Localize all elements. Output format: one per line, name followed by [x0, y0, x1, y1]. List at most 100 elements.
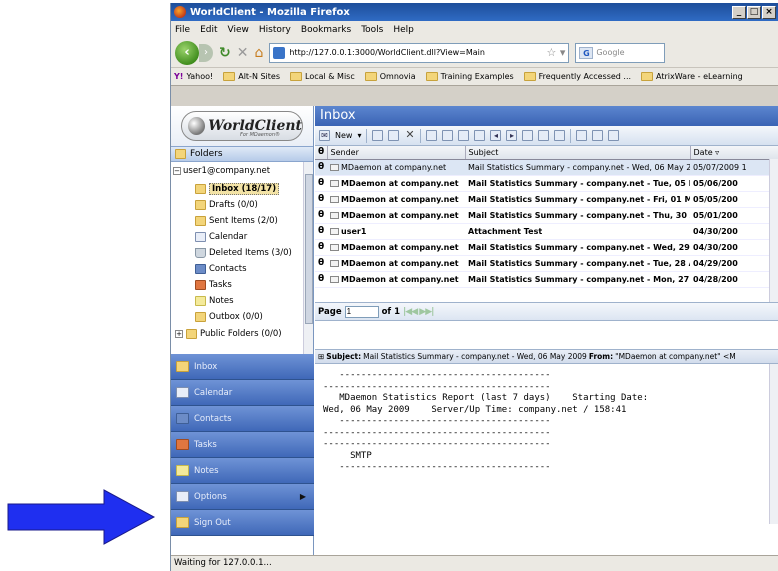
nav-notes-button[interactable]: Notes — [171, 458, 314, 484]
google-icon[interactable]: G — [579, 46, 594, 59]
table-row[interactable]: θ user1 Attachment Test 04/30/200 — [315, 223, 778, 240]
view-options-icon[interactable] — [554, 130, 566, 141]
back-button[interactable]: ‹ — [175, 40, 199, 65]
bookmark-training-examples[interactable]: Training Examples — [425, 72, 514, 81]
attachment-column-header[interactable]: θ — [315, 146, 328, 160]
page-number-input[interactable] — [344, 305, 379, 318]
preview-line: --------------------------------------- — [323, 416, 551, 426]
maximize-button[interactable]: □ — [747, 5, 761, 19]
account-label: user1@company.net — [183, 166, 271, 176]
table-row[interactable]: θ MDaemon at company.net Mail Statistics… — [315, 239, 778, 256]
preview-scrollbar[interactable] — [769, 364, 778, 524]
folder-tasks[interactable]: Tasks — [195, 280, 232, 290]
expand-preview-icon[interactable]: ⊞ — [318, 352, 324, 361]
folder-public-folders[interactable]: + Public Folders (0/0) — [175, 329, 282, 339]
folder-label: Contacts — [209, 264, 247, 274]
menu-help[interactable]: Help — [393, 25, 414, 35]
bookmark-label: Yahoo! — [186, 72, 214, 81]
move-icon[interactable] — [388, 130, 400, 141]
nav-contacts-button[interactable]: Contacts — [171, 406, 314, 432]
bookmark-star-icon[interactable]: ☆ ▾ — [546, 46, 568, 59]
account-node[interactable]: − user1@company.net — [173, 166, 270, 176]
bookmark-omnovia[interactable]: Omnovia — [364, 72, 416, 81]
table-row[interactable]: θ MDaemon at company.net Mail Statistics… — [315, 191, 778, 208]
sign-out-icon — [176, 517, 189, 528]
expand-icon[interactable]: + — [175, 330, 183, 338]
column-header-sender[interactable]: Sender — [327, 146, 466, 160]
nav-inbox-button[interactable]: Inbox — [171, 354, 314, 380]
folder-drafts[interactable]: Drafts (0/0) — [195, 200, 258, 210]
home-icon[interactable]: ⌂ — [254, 45, 263, 61]
pager-nav-icons[interactable]: |◀◀ ▶▶| — [403, 307, 434, 317]
scrollbar-thumb[interactable] — [305, 174, 313, 324]
folder-outbox[interactable]: Outbox (0/0) — [195, 312, 263, 322]
folder-deleted-items[interactable]: Deleted Items (3/0) — [195, 248, 292, 258]
collapse-icon[interactable]: − — [173, 167, 181, 175]
delete-icon[interactable]: ✕ — [404, 129, 415, 141]
table-row[interactable]: θ MDaemon at company.net Mail Statistics… — [315, 207, 778, 224]
left-column: WorldClient For MDaemon® Folders − user1… — [171, 106, 314, 555]
forward-icon[interactable] — [458, 130, 470, 141]
bookmark-frequently-accessed[interactable]: Frequently Accessed ... — [523, 72, 631, 81]
stop-icon[interactable]: ✕ — [237, 45, 249, 61]
new-button[interactable]: New — [335, 131, 352, 140]
preview-line: ----------------------------------------… — [323, 439, 551, 449]
new-dropdown-icon[interactable]: ▾ — [357, 131, 361, 140]
folder-calendar[interactable]: Calendar — [195, 232, 247, 242]
previous-icon[interactable]: ◂ — [490, 130, 502, 141]
menu-bookmarks[interactable]: Bookmarks — [301, 25, 351, 35]
nav-options-button[interactable]: Options ▶ — [171, 484, 314, 510]
chevron-right-icon: ▶ — [299, 492, 306, 501]
folder-tree-scrollbar[interactable] — [303, 162, 313, 354]
folder-notes[interactable]: Notes — [195, 296, 234, 306]
window-title: WorldClient - Mozilla Firefox — [190, 6, 350, 18]
menu-file[interactable]: File — [175, 25, 190, 35]
search-input[interactable]: G Google — [575, 42, 666, 63]
url-bar[interactable]: http://127.0.0.1:3000/WorldClient.dll?Vi… — [269, 42, 570, 63]
table-row[interactable]: θ MDaemon at company.net Mail Statistics… — [315, 159, 778, 176]
site-identity-icon[interactable] — [273, 46, 286, 59]
envelope-icon — [330, 195, 339, 203]
minimize-button[interactable]: _ — [732, 5, 746, 19]
bookmarks-toolbar: Y! Yahoo! Alt-N Sites Local & Misc Omnovi… — [171, 68, 778, 86]
browser-window: WorldClient - Mozilla Firefox _ □ × File… — [170, 3, 778, 571]
menu-view[interactable]: View — [228, 25, 249, 35]
contacts-tb-icon[interactable] — [576, 130, 588, 141]
bookmark-atrixware[interactable]: AtrixWare - eLearning — [641, 72, 743, 81]
column-header-date[interactable]: Date ▿ — [690, 146, 778, 160]
bookmark-local-misc[interactable]: Local & Misc — [290, 72, 355, 81]
nav-calendar-button[interactable]: Calendar — [171, 380, 314, 406]
menu-tools[interactable]: Tools — [361, 25, 383, 35]
folder-inbox[interactable]: Inbox (18/17) — [195, 183, 280, 195]
menu-history[interactable]: History — [259, 25, 291, 35]
worldclient-logo: WorldClient For MDaemon® — [171, 106, 313, 146]
bookmark-altn-sites[interactable]: Alt-N Sites — [223, 72, 280, 81]
settings-icon[interactable] — [608, 130, 620, 141]
nav-sign-out-button[interactable]: Sign Out — [171, 510, 314, 536]
preview-line: MDaemon Statistics Report (last 7 days) … — [323, 393, 649, 403]
print-icon[interactable] — [372, 130, 384, 141]
reply-icon[interactable] — [426, 130, 438, 141]
next-icon[interactable]: ▸ — [506, 130, 518, 141]
folder-label: Outbox (0/0) — [209, 312, 263, 322]
table-row[interactable]: θ MDaemon at company.net Mail Statistics… — [315, 175, 778, 192]
close-button[interactable]: × — [762, 5, 776, 19]
forward-button[interactable]: › — [199, 43, 213, 62]
table-row[interactable]: θ MDaemon at company.net Mail Statistics… — [315, 271, 778, 288]
folder-view-icon[interactable] — [522, 130, 534, 141]
preview-pane-icon[interactable] — [538, 130, 550, 141]
menu-edit[interactable]: Edit — [200, 25, 217, 35]
nav-tasks-button[interactable]: Tasks — [171, 432, 314, 458]
date-cell: 05/05/200 — [690, 191, 778, 208]
column-header-subject[interactable]: Subject — [465, 146, 691, 160]
reload-icon[interactable]: ↻ — [219, 45, 231, 61]
folder-sent-items[interactable]: Sent Items (2/0) — [195, 216, 278, 226]
reply-all-icon[interactable] — [442, 130, 454, 141]
bookmark-yahoo[interactable]: Y! Yahoo! — [174, 72, 213, 81]
new-message-icon[interactable]: ✉ — [319, 130, 330, 141]
flag-icon[interactable] — [474, 130, 486, 141]
address-book-icon[interactable] — [592, 130, 604, 141]
folder-contacts[interactable]: Contacts — [195, 264, 247, 274]
table-row[interactable]: θ MDaemon at company.net Mail Statistics… — [315, 255, 778, 272]
message-list-scrollbar[interactable] — [769, 159, 778, 302]
